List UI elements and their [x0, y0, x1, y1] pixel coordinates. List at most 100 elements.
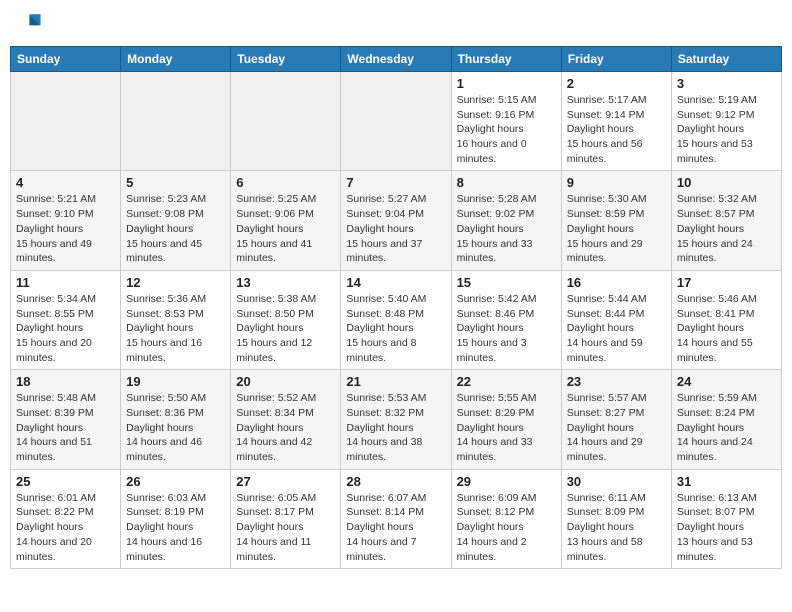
day-info: Sunrise: 5:53 AMSunset: 8:32 PMDaylight …	[346, 391, 445, 464]
day-number: 4	[16, 175, 115, 190]
day-cell: 29Sunrise: 6:09 AMSunset: 8:12 PMDayligh…	[451, 469, 561, 568]
day-cell: 8 Sunrise: 5:28 AMSunset: 9:02 PMDaylight…	[451, 171, 561, 270]
day-number: 3	[677, 76, 776, 91]
day-info: Sunrise: 5:32 AMSunset: 8:57 PMDaylight …	[677, 192, 776, 265]
day-info: Sunrise: 5:40 AMSunset: 8:48 PMDaylight …	[346, 292, 445, 365]
column-header-friday: Friday	[561, 47, 671, 72]
logo	[14, 10, 46, 38]
day-cell: 30 Sunrise: 6:11 AMSunset: 8:09 PMDayligh…	[561, 469, 671, 568]
day-number: 21	[346, 374, 445, 389]
day-number: 18	[16, 374, 115, 389]
day-number: 22	[457, 374, 556, 389]
day-cell	[231, 72, 341, 171]
day-cell: 27 Sunrise: 6:05 AMSunset: 8:17 PMDayligh…	[231, 469, 341, 568]
day-info: Sunrise: 5:46 AMSunset: 8:41 PMDaylight …	[677, 292, 776, 365]
day-info: Sunrise: 5:36 AMSunset: 8:53 PMDaylight …	[126, 292, 225, 365]
day-cell: 16 Sunrise: 5:44 AMSunset: 8:44 PMDayligh…	[561, 270, 671, 369]
day-number: 1	[457, 76, 556, 91]
day-cell: 19Sunrise: 5:50 AMSunset: 8:36 PMDayligh…	[121, 370, 231, 469]
day-cell: 18 Sunrise: 5:48 AMSunset: 8:39 PMDayligh…	[11, 370, 121, 469]
day-cell: 9Sunrise: 5:30 AMSunset: 8:59 PMDaylight…	[561, 171, 671, 270]
day-number: 26	[126, 474, 225, 489]
day-info: Sunrise: 5:27 AMSunset: 9:04 PMDaylight …	[346, 192, 445, 265]
week-row-3: 11 Sunrise: 5:34 AMSunset: 8:55 PMDayligh…	[11, 270, 782, 369]
day-cell: 23 Sunrise: 5:57 AMSunset: 8:27 PMDayligh…	[561, 370, 671, 469]
day-number: 5	[126, 175, 225, 190]
column-header-monday: Monday	[121, 47, 231, 72]
column-header-wednesday: Wednesday	[341, 47, 451, 72]
day-info: Sunrise: 6:01 AMSunset: 8:22 PMDaylight …	[16, 491, 115, 564]
day-cell: 7 Sunrise: 5:27 AMSunset: 9:04 PMDaylight…	[341, 171, 451, 270]
day-cell: 17 Sunrise: 5:46 AMSunset: 8:41 PMDayligh…	[671, 270, 781, 369]
week-row-2: 4 Sunrise: 5:21 AMSunset: 9:10 PMDaylight…	[11, 171, 782, 270]
week-row-1: 1 Sunrise: 5:15 AMSunset: 9:16 PMDaylight…	[11, 72, 782, 171]
column-header-saturday: Saturday	[671, 47, 781, 72]
day-number: 8	[457, 175, 556, 190]
day-cell: 12 Sunrise: 5:36 AMSunset: 8:53 PMDayligh…	[121, 270, 231, 369]
day-cell: 15 Sunrise: 5:42 AMSunset: 8:46 PMDayligh…	[451, 270, 561, 369]
day-cell	[121, 72, 231, 171]
day-info: Sunrise: 5:15 AMSunset: 9:16 PMDaylight …	[457, 93, 556, 166]
day-info: Sunrise: 5:44 AMSunset: 8:44 PMDaylight …	[567, 292, 666, 365]
column-header-tuesday: Tuesday	[231, 47, 341, 72]
day-info: Sunrise: 5:59 AMSunset: 8:24 PMDaylight …	[677, 391, 776, 464]
day-cell: 22 Sunrise: 5:55 AMSunset: 8:29 PMDayligh…	[451, 370, 561, 469]
day-info: Sunrise: 5:21 AMSunset: 9:10 PMDaylight …	[16, 192, 115, 265]
day-info: Sunrise: 6:13 AMSunset: 8:07 PMDaylight …	[677, 491, 776, 564]
day-cell: 10Sunrise: 5:32 AMSunset: 8:57 PMDayligh…	[671, 171, 781, 270]
day-number: 30	[567, 474, 666, 489]
day-info: Sunrise: 6:03 AMSunset: 8:19 PMDaylight …	[126, 491, 225, 564]
day-cell: 28 Sunrise: 6:07 AMSunset: 8:14 PMDayligh…	[341, 469, 451, 568]
day-cell: 2Sunrise: 5:17 AMSunset: 9:14 PMDaylight…	[561, 72, 671, 171]
day-number: 14	[346, 275, 445, 290]
day-number: 7	[346, 175, 445, 190]
day-info: Sunrise: 5:28 AMSunset: 9:02 PMDaylight …	[457, 192, 556, 265]
day-info: Sunrise: 5:42 AMSunset: 8:46 PMDaylight …	[457, 292, 556, 365]
day-cell: 25 Sunrise: 6:01 AMSunset: 8:22 PMDayligh…	[11, 469, 121, 568]
day-number: 12	[126, 275, 225, 290]
day-info: Sunrise: 5:25 AMSunset: 9:06 PMDaylight …	[236, 192, 335, 265]
day-number: 28	[346, 474, 445, 489]
week-row-5: 25 Sunrise: 6:01 AMSunset: 8:22 PMDayligh…	[11, 469, 782, 568]
week-row-4: 18 Sunrise: 5:48 AMSunset: 8:39 PMDayligh…	[11, 370, 782, 469]
day-info: Sunrise: 5:57 AMSunset: 8:27 PMDaylight …	[567, 391, 666, 464]
day-number: 27	[236, 474, 335, 489]
day-cell: 4 Sunrise: 5:21 AMSunset: 9:10 PMDaylight…	[11, 171, 121, 270]
day-cell	[341, 72, 451, 171]
day-info: Sunrise: 5:23 AMSunset: 9:08 PMDaylight …	[126, 192, 225, 265]
day-cell	[11, 72, 121, 171]
day-info: Sunrise: 5:48 AMSunset: 8:39 PMDaylight …	[16, 391, 115, 464]
day-number: 29	[457, 474, 556, 489]
day-cell: 11 Sunrise: 5:34 AMSunset: 8:55 PMDayligh…	[11, 270, 121, 369]
day-info: Sunrise: 5:19 AMSunset: 9:12 PMDaylight …	[677, 93, 776, 166]
day-cell: 14 Sunrise: 5:40 AMSunset: 8:48 PMDayligh…	[341, 270, 451, 369]
calendar-table: SundayMondayTuesdayWednesdayThursdayFrid…	[10, 46, 782, 569]
day-cell: 21 Sunrise: 5:53 AMSunset: 8:32 PMDayligh…	[341, 370, 451, 469]
day-info: Sunrise: 5:17 AMSunset: 9:14 PMDaylight …	[567, 93, 666, 166]
day-cell: 20Sunrise: 5:52 AMSunset: 8:34 PMDayligh…	[231, 370, 341, 469]
day-info: Sunrise: 5:50 AMSunset: 8:36 PMDaylight …	[126, 391, 225, 464]
logo-icon	[14, 10, 42, 38]
day-number: 6	[236, 175, 335, 190]
day-number: 24	[677, 374, 776, 389]
day-info: Sunrise: 6:07 AMSunset: 8:14 PMDaylight …	[346, 491, 445, 564]
day-number: 15	[457, 275, 556, 290]
day-cell: 13Sunrise: 5:38 AMSunset: 8:50 PMDayligh…	[231, 270, 341, 369]
day-info: Sunrise: 5:55 AMSunset: 8:29 PMDaylight …	[457, 391, 556, 464]
day-cell: 1 Sunrise: 5:15 AMSunset: 9:16 PMDaylight…	[451, 72, 561, 171]
day-cell: 5 Sunrise: 5:23 AMSunset: 9:08 PMDaylight…	[121, 171, 231, 270]
day-number: 25	[16, 474, 115, 489]
day-number: 23	[567, 374, 666, 389]
day-info: Sunrise: 6:11 AMSunset: 8:09 PMDaylight …	[567, 491, 666, 564]
day-info: Sunrise: 6:05 AMSunset: 8:17 PMDaylight …	[236, 491, 335, 564]
day-info: Sunrise: 5:34 AMSunset: 8:55 PMDaylight …	[16, 292, 115, 365]
day-number: 17	[677, 275, 776, 290]
day-cell: 3 Sunrise: 5:19 AMSunset: 9:12 PMDaylight…	[671, 72, 781, 171]
day-cell: 24 Sunrise: 5:59 AMSunset: 8:24 PMDayligh…	[671, 370, 781, 469]
column-header-thursday: Thursday	[451, 47, 561, 72]
day-number: 20	[236, 374, 335, 389]
day-number: 11	[16, 275, 115, 290]
day-number: 16	[567, 275, 666, 290]
day-number: 31	[677, 474, 776, 489]
day-cell: 6 Sunrise: 5:25 AMSunset: 9:06 PMDaylight…	[231, 171, 341, 270]
